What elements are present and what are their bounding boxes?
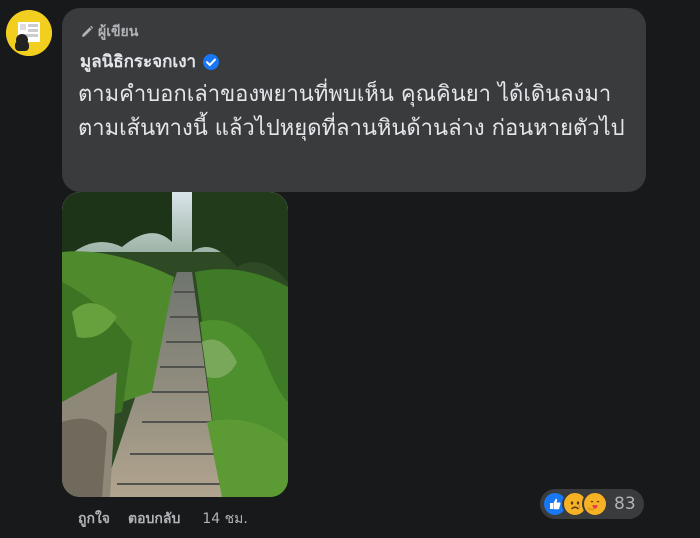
author-name[interactable]: มูลนิธิกระจกเงา bbox=[80, 48, 196, 75]
comment-photo[interactable] bbox=[62, 192, 288, 497]
pencil-icon bbox=[80, 25, 94, 39]
comment-thread: ผู้เขียน มูลนิธิกระจกเงา ตามคำบอกเล่าของ… bbox=[0, 0, 700, 538]
comment-actions: ถูกใจ ตอบกลับ 14 ชม. bbox=[78, 508, 248, 530]
reaction-summary[interactable]: 83 bbox=[540, 489, 644, 519]
reaction-count: 83 bbox=[614, 494, 636, 514]
comment-bubble: ผู้เขียน มูลนิธิกระจกเงา ตามคำบอกเล่าของ… bbox=[62, 8, 646, 192]
care-icon bbox=[582, 491, 608, 517]
comment-text: ตามคำบอกเล่าของพยานที่พบเห็น คุณคินยา ได… bbox=[78, 82, 625, 141]
reply-button[interactable]: ตอบกลับ bbox=[128, 508, 180, 530]
author-name-link[interactable]: มูลนิธิกระจกเงา bbox=[80, 48, 220, 75]
avatar[interactable] bbox=[6, 10, 52, 56]
like-button[interactable]: ถูกใจ bbox=[78, 508, 110, 530]
author-badge: ผู้เขียน bbox=[80, 22, 138, 42]
verified-badge-icon bbox=[202, 53, 220, 71]
author-badge-label: ผู้เขียน bbox=[98, 24, 139, 40]
timestamp-link[interactable]: 14 ชม. bbox=[202, 508, 247, 530]
